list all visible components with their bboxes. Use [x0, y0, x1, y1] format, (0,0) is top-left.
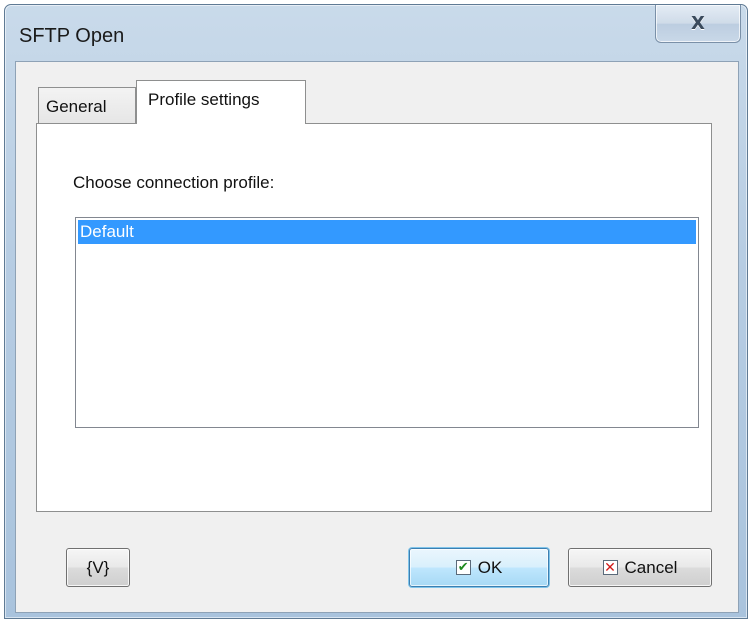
cancel-button[interactable]: ✕ Cancel	[568, 548, 712, 587]
ok-button-label: OK	[477, 557, 503, 577]
checkmark-icon: ✔	[455, 560, 471, 575]
tab-profile-settings[interactable]: Profile settings	[136, 80, 306, 124]
window-title: SFTP Open	[19, 25, 125, 47]
close-icon: X	[691, 13, 705, 34]
choose-profile-label: Choose connection profile:	[73, 173, 275, 192]
close-button[interactable]: X	[655, 5, 741, 43]
tab-label: General	[46, 97, 107, 116]
connection-profile-list[interactable]: Default	[75, 217, 699, 428]
dialog-client-area: General Profile settings Choose connecti…	[15, 61, 739, 613]
tab-label: Profile settings	[148, 90, 260, 109]
tab-general[interactable]: General	[38, 87, 136, 123]
title-bar[interactable]: SFTP Open X	[5, 5, 747, 67]
red-x-icon: ✕	[602, 559, 618, 576]
ok-button[interactable]: ✔ OK	[409, 548, 549, 587]
sftp-open-dialog: SFTP Open X General Profile settings Cho…	[4, 4, 748, 619]
variables-button[interactable]: {V}	[66, 548, 130, 587]
cancel-button-label: Cancel	[624, 557, 678, 577]
profile-settings-panel: Choose connection profile: Default	[36, 123, 712, 512]
list-item-default[interactable]: Default	[78, 220, 696, 244]
variables-button-label: {V}	[86, 557, 110, 577]
